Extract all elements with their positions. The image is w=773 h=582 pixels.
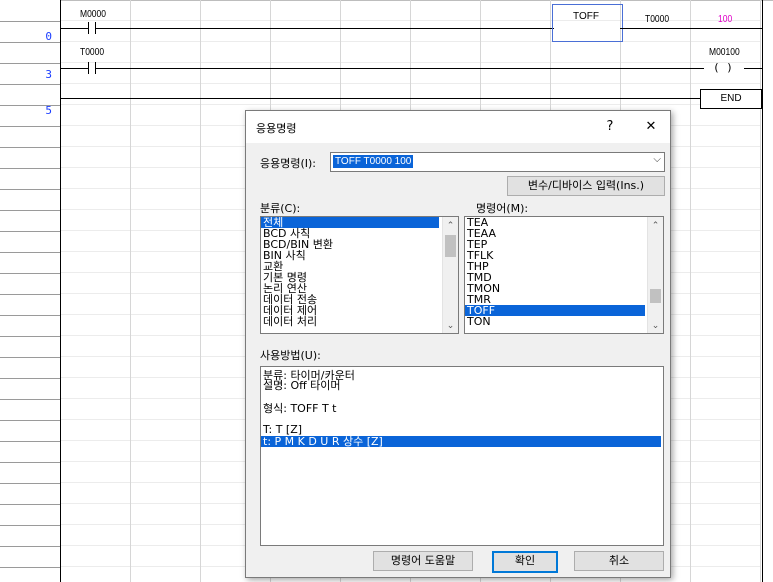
instruction-dialog[interactable]: 응용명령 ? ✕ 응용명령(I): TOFF T0000 100 ⌵ 변수/디바…: [245, 110, 671, 578]
usage-line-selected: t: P M K D U R 상수 [Z]: [261, 436, 661, 447]
gutter-divider: [0, 567, 60, 568]
contact-label: M0000: [80, 9, 106, 20]
gutter-divider: [0, 315, 60, 316]
list-item[interactable]: TON: [465, 316, 663, 327]
gutter-divider: [0, 504, 60, 505]
gutter-divider: [0, 357, 60, 358]
wire: [96, 68, 704, 69]
wire: [61, 68, 88, 69]
instruction-field-label: 응용명령(I):: [260, 157, 317, 170]
gutter-divider: [0, 378, 60, 379]
list-item[interactable]: TEAA: [465, 228, 663, 239]
variable-device-input-button[interactable]: 변수/디바이스 입력(Ins.): [507, 176, 665, 196]
gutter-divider: [0, 210, 60, 211]
gutter-divider: [0, 147, 60, 148]
wire: [620, 28, 762, 29]
gutter-divider: [0, 525, 60, 526]
gutter-divider: [0, 231, 60, 232]
step-number: 3: [45, 68, 52, 81]
gutter-divider: [0, 252, 60, 253]
category-scrollbar[interactable]: ⌃ ⌄: [442, 217, 458, 333]
step-gutter: [0, 0, 61, 582]
gutter-divider: [0, 399, 60, 400]
cancel-button[interactable]: 취소: [574, 551, 664, 571]
wire: [744, 68, 762, 69]
wire: [61, 28, 88, 29]
gutter-divider: [0, 336, 60, 337]
category-label: 분류(C):: [260, 202, 301, 215]
coil-label: M00100: [709, 47, 740, 58]
right-power-rail: [762, 0, 763, 582]
list-item[interactable]: TMON: [465, 283, 663, 294]
instruction-constant[interactable]: 100: [718, 14, 732, 25]
instruction-list-label: 명령어(M):: [476, 202, 529, 215]
usage-line: T: T [Z]: [263, 423, 303, 436]
instruction-value[interactable]: TOFF T0000 100: [333, 155, 414, 168]
wire: [96, 28, 554, 29]
scroll-thumb[interactable]: [650, 289, 661, 303]
instruction-combobox[interactable]: TOFF T0000 100 ⌵: [330, 152, 665, 172]
gutter-divider: [0, 168, 60, 169]
gutter-divider: [0, 546, 60, 547]
instruction-help-button[interactable]: 명령어 도움말: [373, 551, 473, 571]
usage-label: 사용방법(U):: [260, 349, 321, 362]
list-item[interactable]: 데이터 처리: [261, 316, 458, 327]
scroll-up-icon[interactable]: ⌃: [648, 221, 663, 231]
usage-line: 형식: TOFF T t: [263, 402, 337, 415]
instruction-listbox[interactable]: TEA TEAA TEP TFLK THP TMD TMON TMR TOFF …: [464, 216, 664, 334]
wire: [61, 98, 700, 99]
gutter-divider: [0, 126, 60, 127]
list-item-selected[interactable]: TOFF: [465, 305, 645, 316]
gutter-divider: [0, 84, 60, 85]
dialog-titlebar[interactable]: 응용명령 ? ✕: [246, 111, 670, 143]
scroll-thumb[interactable]: [445, 235, 456, 257]
ok-button[interactable]: 확인: [492, 551, 558, 573]
usage-text-box[interactable]: 분류: 타이머/카운터 설명: Off 타이머 형식: TOFF T t T: …: [260, 366, 664, 546]
gutter-divider: [0, 483, 60, 484]
usage-line: 설명: Off 타이머: [263, 379, 341, 392]
gutter-divider: [0, 273, 60, 274]
gutter-divider: [0, 462, 60, 463]
step-number: 5: [45, 104, 52, 117]
scroll-down-icon[interactable]: ⌄: [648, 321, 663, 331]
cell-cursor: [552, 4, 623, 42]
list-item[interactable]: THP: [465, 261, 663, 272]
list-item[interactable]: BIN 사칙: [261, 250, 458, 261]
gutter-divider: [0, 420, 60, 421]
list-item[interactable]: TEP: [465, 239, 663, 250]
list-item[interactable]: TFLK: [465, 250, 663, 261]
end-instruction[interactable]: END: [700, 89, 762, 109]
instruction-scrollbar[interactable]: ⌃ ⌄: [647, 217, 663, 333]
gutter-divider: [0, 21, 60, 22]
help-question-icon[interactable]: ?: [598, 117, 622, 137]
chevron-down-icon[interactable]: ⌵: [653, 154, 661, 165]
dialog-title: 응용명령: [256, 122, 297, 135]
scroll-down-icon[interactable]: ⌄: [443, 321, 458, 331]
contact-label: T0000: [80, 47, 105, 58]
gutter-divider: [0, 441, 60, 442]
gutter-divider: [0, 294, 60, 295]
close-icon[interactable]: ✕: [639, 117, 663, 137]
coil-symbol[interactable]: ( ): [713, 61, 733, 74]
instruction-operand[interactable]: T0000: [645, 14, 669, 25]
scroll-up-icon[interactable]: ⌃: [443, 221, 458, 231]
gutter-divider: [0, 189, 60, 190]
category-listbox[interactable]: 전체 BCD 사칙 BCD/BIN 변환 BIN 사칙 교환 기본 명령 논리 …: [260, 216, 459, 334]
gutter-divider: [0, 63, 60, 64]
step-number: 0: [45, 30, 52, 43]
